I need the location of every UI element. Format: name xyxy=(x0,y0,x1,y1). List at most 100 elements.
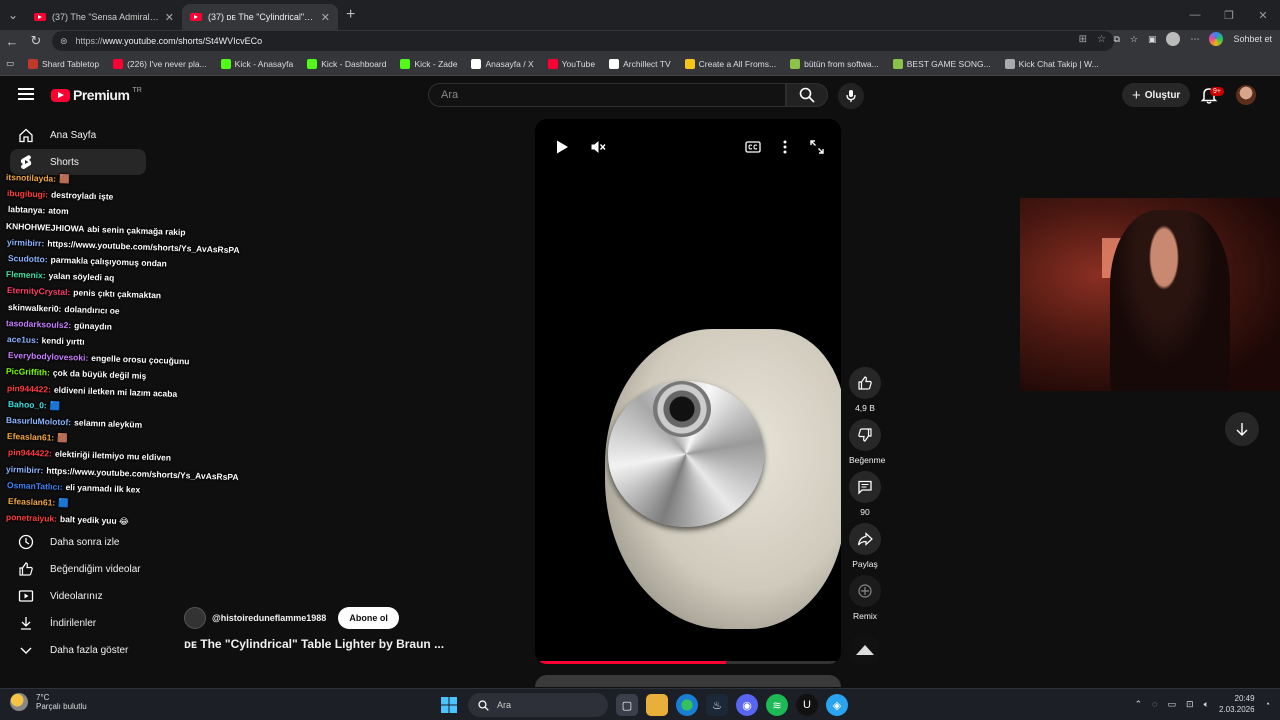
start-windows-icon[interactable] xyxy=(438,694,460,716)
sidebar-item-watch-later[interactable]: Daha sonra izle xyxy=(10,529,146,555)
favorites-icon[interactable]: ☆ xyxy=(1130,34,1138,45)
shorts-player[interactable] xyxy=(535,119,841,664)
next-short-preview[interactable] xyxy=(535,675,841,687)
steam-icon[interactable]: ♨ xyxy=(706,694,728,716)
extensions-icon[interactable]: ⧉ xyxy=(1113,34,1119,45)
tab-search-icon[interactable]: ⌄ xyxy=(0,0,26,30)
reading-list-icon[interactable]: ▭ xyxy=(6,58,14,69)
file-explorer-icon[interactable] xyxy=(646,694,668,716)
menu-icon[interactable] xyxy=(18,88,34,100)
subscribe-button[interactable]: Abone ol xyxy=(338,607,399,629)
install-app-icon[interactable]: ⊞ xyxy=(1079,34,1087,45)
voice-search-button[interactable] xyxy=(838,83,864,109)
chat-message: ace1us: kendi yırttı xyxy=(7,334,85,347)
clock[interactable]: 20:49 2.03.2026 xyxy=(1219,693,1255,715)
video-progress-bar[interactable] xyxy=(540,661,836,664)
bookmark-item[interactable]: bütün from softwa... xyxy=(790,58,879,69)
bookmark-label: Kick - Zade xyxy=(414,58,458,69)
comments-button[interactable]: 90 xyxy=(849,471,881,517)
like-button[interactable]: 4,9 B xyxy=(849,367,881,413)
reload-icon[interactable]: ↻ xyxy=(24,33,48,49)
edge-browser-icon[interactable] xyxy=(676,694,698,716)
share-button[interactable]: Paylaş xyxy=(849,523,881,569)
unreal-engine-icon[interactable]: U xyxy=(796,694,818,716)
weather-widget[interactable]: 7°C Parçalı bulutlu xyxy=(10,693,87,711)
sidebar-item-label: Ana Sayfa xyxy=(50,129,97,141)
create-button[interactable]: + Oluştur xyxy=(1122,83,1191,107)
close-icon[interactable]: ✕ xyxy=(321,11,330,24)
channel-avatar[interactable] xyxy=(184,607,206,629)
dislike-button[interactable]: Beğenme xyxy=(849,419,885,465)
bookmark-star-icon[interactable]: ☆ xyxy=(1097,34,1106,45)
play-button[interactable] xyxy=(552,137,572,157)
more-options-button[interactable] xyxy=(775,137,795,157)
bookmark-item[interactable]: (226) I've never pla... xyxy=(113,58,207,69)
sidebar-item-home[interactable]: Ana Sayfa xyxy=(10,122,146,148)
next-short-button[interactable] xyxy=(1225,412,1259,446)
network-icon[interactable]: ▭ xyxy=(1168,699,1177,710)
app-icon[interactable]: ◈ xyxy=(826,694,848,716)
copilot-icon[interactable] xyxy=(1209,32,1224,46)
sidebar-item-your-videos[interactable]: Videolarınız xyxy=(10,583,146,609)
tray-chevron-up-icon[interactable]: ⌃ xyxy=(1135,699,1143,710)
video-title[interactable]: ᴅᴇ The "Cylindrical" Table Lighter by Br… xyxy=(184,637,444,651)
channel-handle[interactable]: @histoireduneflamme1988 xyxy=(212,613,326,623)
copilot-label[interactable]: Sohbet et xyxy=(1233,34,1272,44)
profile-avatar[interactable] xyxy=(1166,32,1181,46)
chat-username: OsmanTatlıcı: xyxy=(6,479,63,492)
sidebar-item-show-more[interactable]: Daha fazla göster xyxy=(10,637,146,663)
discord-icon[interactable]: ◉ xyxy=(736,694,758,716)
chat-username: BasurluMolotof: xyxy=(5,415,72,428)
search-button[interactable] xyxy=(786,83,828,107)
remix-label: Remix xyxy=(852,611,878,621)
close-icon[interactable]: ✕ xyxy=(165,11,174,24)
spotify-icon[interactable]: ≋ xyxy=(766,694,788,716)
bookmark-item[interactable]: Kick - Zade xyxy=(400,58,458,69)
tab-cylindrical-lighter[interactable]: (37) ᴅᴇ The "Cylindrical" Table Ligh ✕ xyxy=(182,4,338,30)
new-tab-icon[interactable]: + xyxy=(346,6,355,24)
bookmark-item[interactable]: Archillect TV xyxy=(609,58,671,69)
mute-button[interactable] xyxy=(588,137,608,157)
sidebar-item-label: Beğendiğim videolar xyxy=(50,563,141,575)
dislike-label: Beğenme xyxy=(849,455,886,465)
notification-center-icon[interactable]: ◔ xyxy=(1265,699,1270,709)
back-icon[interactable]: ← xyxy=(0,34,24,49)
more-menu-icon[interactable]: ⋯ xyxy=(1190,34,1199,45)
arrow-down-icon xyxy=(1236,423,1248,436)
site-info-icon[interactable]: ⊜ xyxy=(60,36,68,47)
search-input[interactable]: Ara xyxy=(428,83,786,107)
thumbs-down-icon xyxy=(858,428,872,442)
volume-icon[interactable]: 🔈︎ xyxy=(1204,699,1209,710)
sidebar-item-liked-videos[interactable]: Beğendiğim videolar xyxy=(10,556,146,582)
bookmark-item[interactable]: Kick - Anasayfa xyxy=(220,58,293,69)
account-avatar[interactable] xyxy=(1236,85,1256,105)
taskbar-search-label: Ara xyxy=(497,700,512,710)
bookmark-item[interactable]: YouTube xyxy=(547,58,595,69)
bookmark-item[interactable]: Kick - Dashboard xyxy=(307,58,386,69)
restore-icon[interactable]: ❐ xyxy=(1212,0,1246,30)
taskbar-search-input[interactable]: Ara xyxy=(468,693,608,717)
youtube-premium-logo[interactable]: Premium TR xyxy=(51,87,142,103)
chat-message: Everybodylovesoki: engelle orosu çocuğunu xyxy=(8,350,190,366)
bookmark-item[interactable]: Shard Tabletop xyxy=(28,58,99,69)
bookmark-label: BEST GAME SONG... xyxy=(906,58,991,69)
collections-icon[interactable]: ▣ xyxy=(1148,34,1157,45)
fullscreen-button[interactable] xyxy=(807,137,827,157)
sidebar-item-downloads[interactable]: İndirilenler xyxy=(10,610,146,636)
bookmark-item[interactable]: Kick Chat Takip | W... xyxy=(1004,58,1099,69)
close-window-icon[interactable]: ✕ xyxy=(1246,0,1280,30)
bookmark-item[interactable]: Anasayfa / X xyxy=(471,58,534,69)
minimize-icon[interactable]: — xyxy=(1178,0,1212,30)
captions-button[interactable] xyxy=(743,137,763,157)
bookmark-label: (226) I've never pla... xyxy=(127,58,207,69)
audio-track-thumbnail[interactable] xyxy=(852,637,878,663)
tab-sensa-admiral[interactable]: (37) The "Sensa Admiral" Electronic ✕ xyxy=(26,4,182,30)
chat-text: abi senin çakmağa rakip xyxy=(87,223,186,237)
eye-off-icon[interactable]: ◌ xyxy=(1152,699,1157,709)
bookmark-item[interactable]: Create a All Froms... xyxy=(684,58,776,69)
task-view-icon[interactable]: ▢ xyxy=(616,694,638,716)
bookmark-item[interactable]: BEST GAME SONG... xyxy=(892,58,991,69)
url-input[interactable]: ⊜ https://www.youtube.com/shorts/St4WVIc… xyxy=(52,31,1114,51)
remix-button[interactable]: Remix xyxy=(849,575,881,621)
display-icon[interactable]: ⊡ xyxy=(1186,699,1194,710)
